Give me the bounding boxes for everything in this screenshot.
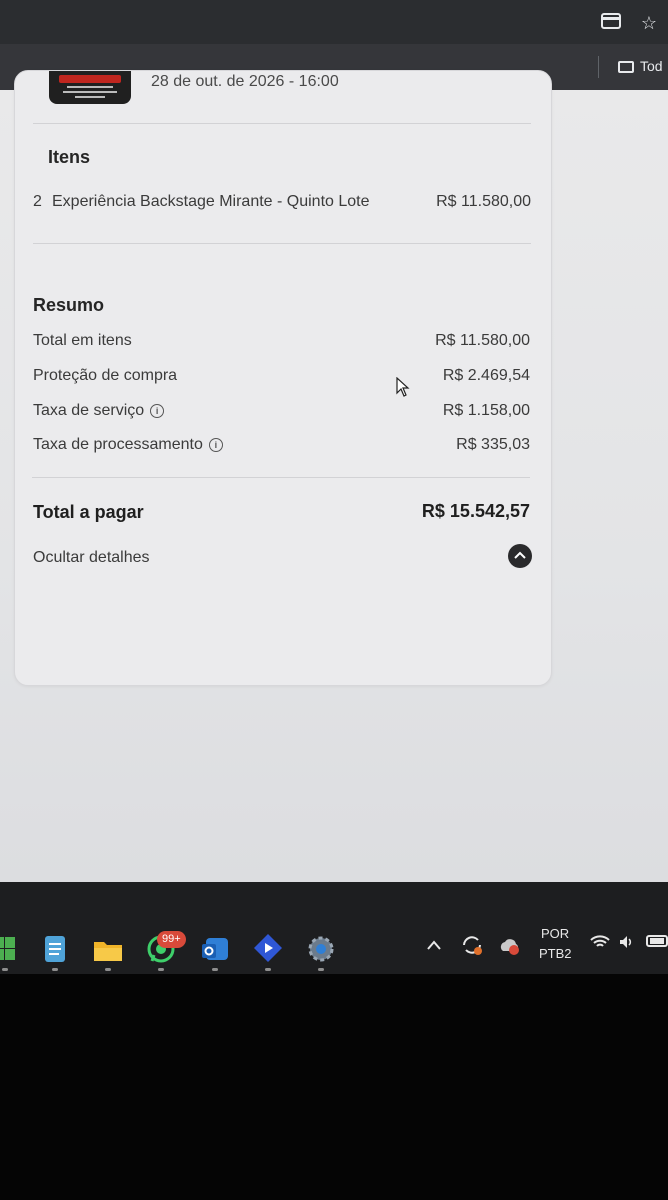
- summary-label-purchase-protection: Proteção de compra: [33, 367, 178, 384]
- bookmark-star-icon[interactable]: ☆: [638, 12, 660, 34]
- sync-icon[interactable]: [460, 934, 484, 961]
- notepad-icon[interactable]: [42, 934, 72, 964]
- file-explorer-icon[interactable]: [92, 934, 122, 964]
- taskbar-indicator: [105, 968, 111, 971]
- summary-title: Resumo: [33, 295, 105, 315]
- summary-value-processing-fee: R$ 335,03: [456, 436, 530, 453]
- summary-label-processing-fee: Taxa de processamento: [33, 436, 203, 453]
- event-date: 28 de out. de 2026 - 16:00: [151, 73, 339, 90]
- screen-bezel: [0, 974, 668, 1200]
- event-logo: [49, 71, 131, 104]
- battery-icon[interactable]: [646, 932, 668, 953]
- divider: [32, 477, 530, 478]
- bookmark-folder[interactable]: Tod: [618, 58, 668, 78]
- total-label: Total a pagar: [33, 502, 144, 522]
- summary-label-items-total: Total em itens: [33, 332, 132, 349]
- item-price: R$ 11.580,00: [436, 193, 531, 210]
- wifi-icon[interactable]: [590, 934, 610, 955]
- volume-icon[interactable]: [618, 934, 634, 955]
- outlook-icon[interactable]: [200, 934, 230, 964]
- keyboard-layout[interactable]: PTB2: [539, 946, 572, 961]
- summary-label-service-fee: Taxa de serviço: [33, 402, 145, 419]
- total-value: R$ 15.542,57: [421, 501, 530, 521]
- start-icon[interactable]: [0, 934, 24, 964]
- summary-value-service-fee: R$ 1.158,00: [442, 402, 530, 419]
- item-name: Experiência Backstage Mirante - Quinto L…: [52, 193, 370, 210]
- summary-value-items-total: R$ 11.580,00: [435, 332, 530, 349]
- divider: [33, 243, 531, 244]
- taskbar-indicator: [52, 968, 58, 971]
- summary-value-purchase-protection: R$ 2.469,54: [442, 367, 530, 384]
- media-player-icon[interactable]: [252, 932, 282, 962]
- bookmark-folder-label: Tod: [640, 58, 663, 74]
- taskbar-indicator: [2, 968, 8, 971]
- taskbar-indicator: [265, 968, 271, 971]
- taskbar-indicator: [158, 968, 164, 971]
- item-quantity: 2: [33, 193, 42, 210]
- info-icon[interactable]: i: [208, 438, 223, 452]
- bookmarks-separator: [598, 56, 599, 78]
- tab-search-icon[interactable]: [600, 12, 622, 34]
- chevron-up-icon: [514, 551, 526, 559]
- hide-details-link[interactable]: Ocultar detalhes: [33, 549, 150, 567]
- folder-icon: [618, 61, 634, 73]
- summary-row-processing-fee: Taxa de processamento i: [33, 436, 223, 454]
- browser-toolbar: [0, 0, 668, 44]
- summary-row-service-fee: Taxa de serviço i: [33, 402, 165, 420]
- whatsapp-notification-badge: 99+: [157, 931, 186, 948]
- collapse-details-button[interactable]: [508, 544, 532, 568]
- page-viewport: 28 de out. de 2026 - 16:00 Itens 2 Exper…: [0, 70, 668, 882]
- info-icon[interactable]: i: [150, 404, 165, 418]
- items-title: Itens: [48, 147, 91, 167]
- language-code[interactable]: POR: [541, 926, 569, 941]
- cloud-warning-icon[interactable]: [498, 936, 522, 961]
- taskbar-indicator: [318, 968, 324, 971]
- divider: [33, 123, 531, 124]
- mouse-cursor-icon: [396, 377, 410, 397]
- show-hidden-icons-chevron-up-icon[interactable]: [426, 938, 442, 956]
- taskbar-indicator: [212, 968, 218, 971]
- settings-icon[interactable]: [306, 934, 336, 964]
